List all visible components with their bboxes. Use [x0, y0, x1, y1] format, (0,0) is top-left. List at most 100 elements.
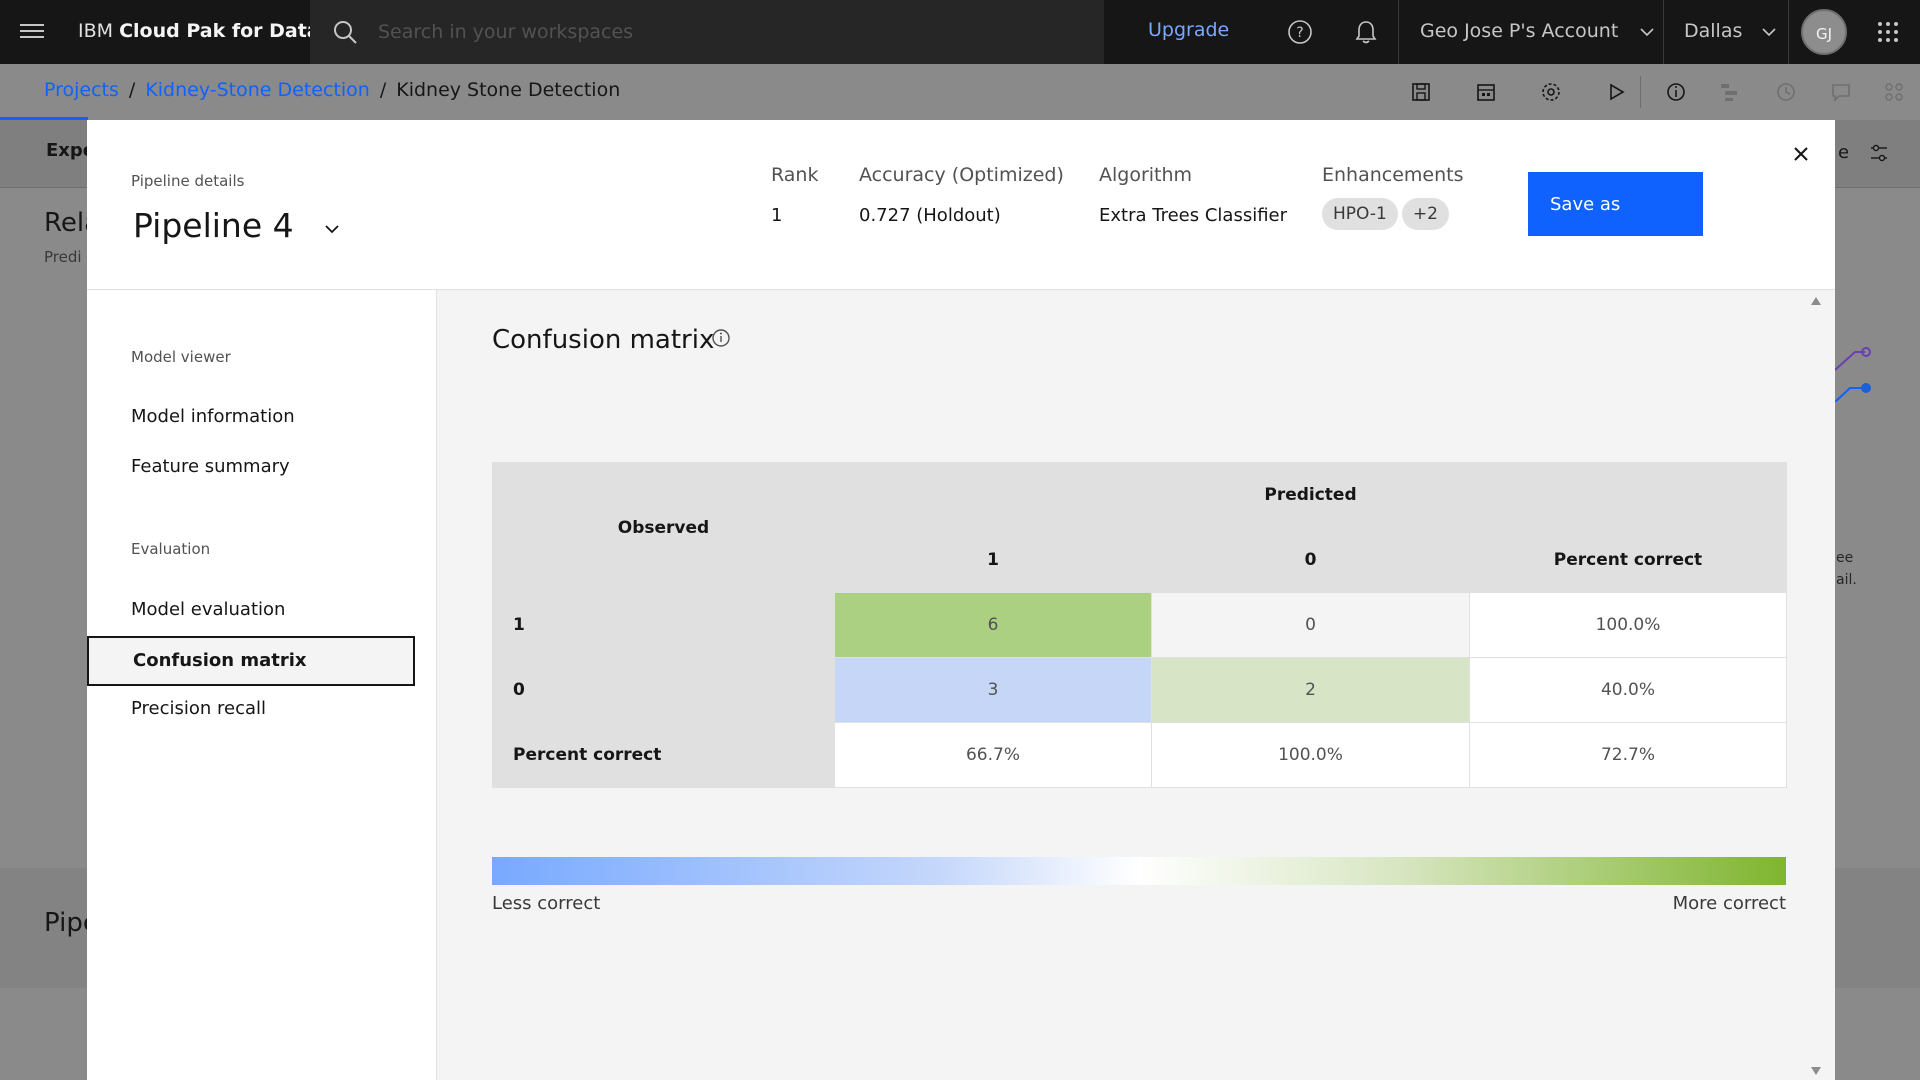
- chevron-down-icon: [1762, 28, 1776, 37]
- project-toolbar: Projects / Kidney-Stone Detection / Kidney S…: [0, 64, 1920, 120]
- background-chart-lines: [1835, 347, 1871, 402]
- legend-less-correct: Less correct: [492, 893, 601, 914]
- column-header: Percent correct: [1469, 527, 1787, 593]
- nav-heading-model-viewer: Model viewer: [131, 348, 231, 366]
- accuracy-value: 0.727 (Holdout): [859, 205, 1001, 226]
- hierarchy-icon[interactable]: [1718, 81, 1740, 103]
- close-icon[interactable]: [1787, 140, 1815, 168]
- background-right-text: e: [1838, 142, 1850, 163]
- history-icon[interactable]: [1775, 81, 1797, 103]
- matrix-cell: 40.0%: [1469, 657, 1787, 723]
- correctness-gradient-legend: [492, 857, 1786, 885]
- account-switcher[interactable]: Geo Jose P's Account: [1420, 20, 1654, 42]
- accuracy-column: Accuracy (Optimized) 0.727 (Holdout): [859, 164, 1064, 226]
- matrix-cell: 100.0%: [1469, 592, 1787, 658]
- breadcrumb-project[interactable]: Kidney-Stone Detection: [145, 79, 370, 101]
- brand-logo[interactable]: IBM Cloud Pak for Data: [78, 20, 320, 42]
- algorithm-column: Algorithm Extra Trees Classifier: [1099, 164, 1287, 226]
- rank-value: 1: [771, 205, 783, 226]
- settings-icon[interactable]: [1540, 81, 1562, 103]
- algorithm-label: Algorithm: [1099, 164, 1193, 186]
- region-switcher[interactable]: Dallas: [1684, 20, 1776, 42]
- enhancement-tag: HPO-1: [1322, 198, 1398, 230]
- table-header-row: Observed Predicted: [492, 462, 1787, 593]
- matrix-cell: 3: [834, 657, 1152, 723]
- region-label: Dallas: [1684, 20, 1743, 42]
- nav-heading-evaluation: Evaluation: [131, 540, 211, 558]
- confusion-matrix-table: Observed Predicted 1 0 Percent correct 1…: [492, 462, 1787, 788]
- nav-item-precision-recall[interactable]: Precision recall: [131, 698, 266, 719]
- matrix-cell: 66.7%: [834, 722, 1152, 788]
- breadcrumb-projects[interactable]: Projects: [44, 79, 119, 101]
- matrix-cell: 6: [834, 592, 1152, 658]
- breadcrumb-separator: /: [128, 79, 136, 101]
- pipeline-details-modal: Pipeline details Pipeline 4 Rank 1 Accur…: [87, 120, 1835, 1080]
- divider: [1398, 0, 1399, 64]
- modal-header: Pipeline details Pipeline 4 Rank 1 Accur…: [87, 120, 1835, 290]
- chevron-down-icon[interactable]: [321, 218, 343, 240]
- enhancements-label: Enhancements: [1322, 164, 1464, 186]
- nav-item-confusion-matrix[interactable]: Confusion matrix: [87, 636, 415, 686]
- scroll-down-arrow-icon[interactable]: [1810, 1066, 1822, 1076]
- search-icon[interactable]: [332, 19, 358, 45]
- calendar-icon[interactable]: [1475, 81, 1497, 103]
- toolbar-divider: [1640, 76, 1641, 108]
- breadcrumb-separator: /: [379, 79, 387, 101]
- confusion-matrix-title: Confusion matrix: [492, 325, 715, 355]
- row-header: 0: [492, 657, 835, 723]
- enhancements-column: Enhancements HPO-1 +2: [1322, 164, 1464, 230]
- brand-prefix: IBM: [78, 20, 114, 42]
- matrix-cell: 100.0%: [1151, 722, 1470, 788]
- run-icon[interactable]: [1605, 81, 1627, 103]
- svg-text:?: ?: [1296, 25, 1303, 41]
- scroll-up-arrow-icon[interactable]: [1810, 296, 1822, 306]
- menu-icon[interactable]: [18, 20, 46, 44]
- nav-item-model-information[interactable]: Model information: [131, 406, 295, 427]
- matrix-cell: 0: [1151, 592, 1470, 658]
- nav-item-feature-summary[interactable]: Feature summary: [131, 456, 290, 477]
- info-icon[interactable]: [1665, 81, 1687, 103]
- info-icon[interactable]: [711, 328, 731, 348]
- rank-label: Rank: [771, 164, 819, 186]
- filter-settings-icon: [1871, 144, 1887, 162]
- pipeline-details-label: Pipeline details: [131, 172, 245, 190]
- comment-icon[interactable]: [1830, 81, 1852, 103]
- model-viewer-nav: Model viewer Model information Feature s…: [87, 290, 437, 1080]
- top-navigation-bar: IBM Cloud Pak for Data Upgrade ? Geo Jos…: [0, 0, 1920, 64]
- column-header: 0: [1151, 527, 1470, 593]
- predicted-header: Predicted: [834, 462, 1787, 528]
- enhancement-more-tag[interactable]: +2: [1401, 198, 1449, 230]
- column-header: 1: [834, 527, 1152, 593]
- row-header: Percent correct: [492, 722, 835, 788]
- rank-column: Rank 1: [771, 164, 818, 226]
- apps-icon[interactable]: [1883, 81, 1905, 103]
- help-icon[interactable]: ?: [1286, 18, 1314, 46]
- app-switcher-icon[interactable]: [1876, 20, 1900, 44]
- breadcrumb: Projects / Kidney-Stone Detection / Kidney S…: [44, 79, 620, 101]
- row-header: 1: [492, 592, 835, 658]
- accuracy-label: Accuracy (Optimized): [859, 164, 1064, 186]
- background-subheading: Predi: [44, 248, 82, 266]
- table-row: 0 3 2 40.0%: [492, 657, 1787, 723]
- matrix-cell: 2: [1151, 657, 1470, 723]
- save-as-button[interactable]: Save as: [1528, 172, 1703, 236]
- algorithm-value: Extra Trees Classifier: [1099, 205, 1288, 226]
- confusion-matrix-panel: Confusion matrix Observed Predicted 1 0 …: [437, 290, 1835, 1080]
- table-row: Percent correct 66.7% 100.0% 72.7%: [492, 722, 1787, 788]
- save-icon[interactable]: [1410, 81, 1432, 103]
- matrix-cell: 72.7%: [1469, 722, 1787, 788]
- chevron-down-icon: [1640, 28, 1654, 37]
- search-input[interactable]: [378, 17, 978, 47]
- upgrade-link[interactable]: Upgrade: [1148, 19, 1229, 41]
- legend-more-correct: More correct: [1672, 893, 1786, 914]
- observed-header: Observed: [492, 462, 835, 593]
- divider: [1788, 0, 1789, 64]
- notification-icon[interactable]: [1352, 18, 1380, 46]
- avatar[interactable]: GJ: [1801, 9, 1847, 55]
- nav-item-label: Confusion matrix: [133, 650, 307, 671]
- divider: [1663, 0, 1664, 64]
- background-right-text: ee: [1836, 550, 1854, 566]
- nav-item-model-evaluation[interactable]: Model evaluation: [131, 599, 285, 620]
- pipeline-selector[interactable]: Pipeline 4: [133, 206, 294, 245]
- background-right-text: ail.: [1836, 572, 1857, 588]
